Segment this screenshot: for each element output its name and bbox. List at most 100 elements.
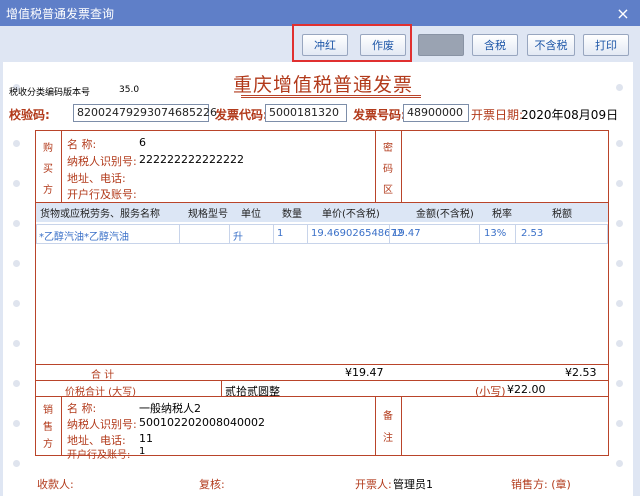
item-tax: 2.53 bbox=[521, 228, 544, 239]
invoice-number-field[interactable]: 48900000 bbox=[403, 104, 469, 122]
buyer-taxid-label: 纳税人识别号: bbox=[67, 155, 137, 168]
invoice-query-window: 增值税普通发票查询 × 冲红 作废 含税 不含税 打印 税收分类编码版本号 35… bbox=[0, 0, 640, 496]
issue-date-value: 2020年08月09日 bbox=[521, 108, 619, 122]
window-title: 增值税普通发票查询 bbox=[6, 6, 115, 21]
cipher-area-label: 密码区 bbox=[383, 143, 393, 196]
seller-bank-label: 开户行及账号: bbox=[67, 450, 131, 461]
seller-taxid-label: 纳税人识别号: bbox=[67, 418, 137, 431]
sum-label: 合 计 bbox=[91, 370, 115, 381]
seller-stamp-label: 销售方: (章) bbox=[511, 478, 571, 491]
table-row[interactable]: *乙醇汽油*乙醇汽油 升 1 19.469026548672 19.47 13%… bbox=[36, 224, 608, 244]
punch-hole bbox=[13, 340, 20, 347]
check-code-label: 校验码: bbox=[9, 108, 50, 122]
divider bbox=[479, 224, 480, 244]
remark-label: 备注 bbox=[383, 411, 393, 444]
item-rate: 13% bbox=[484, 228, 507, 239]
punch-hole bbox=[616, 340, 623, 347]
punch-hole bbox=[13, 380, 20, 387]
version-label: 税收分类编码版本号 bbox=[9, 88, 91, 98]
print-button[interactable]: 打印 bbox=[583, 34, 629, 56]
tax-included-button[interactable]: 含税 bbox=[472, 34, 518, 56]
payee-label: 收款人: bbox=[37, 478, 74, 491]
invoice-paper: 税收分类编码版本号 35.0 重庆增值税普通发票 校验码: 8200247929… bbox=[3, 62, 633, 496]
sum-amount: ¥19.47 bbox=[345, 366, 384, 379]
drawer-name: 管理员1 bbox=[393, 478, 433, 491]
divider bbox=[273, 224, 274, 244]
col-header-tax: 税额 bbox=[552, 209, 572, 220]
invoice-title: 重庆增值税普通发票 bbox=[233, 74, 414, 96]
divider bbox=[179, 224, 180, 244]
item-name: *乙醇汽油*乙醇汽油 bbox=[39, 232, 129, 243]
col-header-unit: 单位 bbox=[241, 209, 261, 220]
check-code-field[interactable]: 82002479293074685226 bbox=[73, 104, 217, 122]
title-bar: 增值税普通发票查询 × bbox=[0, 0, 640, 26]
col-header-rate: 税率 bbox=[492, 209, 512, 220]
items-header: 货物或应税劳务、服务名称 规格型号 单位 数量 单价(不含税) 金额(不含税) … bbox=[36, 203, 608, 222]
divider bbox=[307, 224, 308, 244]
buyer-name-label: 名 称: bbox=[67, 138, 97, 151]
punch-hole bbox=[616, 380, 623, 387]
divider bbox=[375, 130, 376, 202]
punch-hole bbox=[616, 220, 623, 227]
item-amount: 19.47 bbox=[392, 228, 421, 239]
divider bbox=[229, 224, 230, 244]
close-icon[interactable]: × bbox=[612, 2, 634, 24]
divider bbox=[221, 380, 222, 396]
seller-name-label: 名 称: bbox=[67, 402, 97, 415]
punch-hole bbox=[13, 460, 20, 467]
punch-hole bbox=[13, 140, 20, 147]
total-lower: ¥22.00 bbox=[507, 383, 546, 396]
divider bbox=[401, 130, 402, 202]
reviewer-label: 复核: bbox=[199, 478, 225, 491]
divider bbox=[61, 130, 62, 202]
buyer-side-label: 购买方 bbox=[43, 143, 53, 196]
buyer-bank-label: 开户行及账号: bbox=[67, 188, 137, 201]
punch-hole bbox=[616, 140, 623, 147]
item-qty: 1 bbox=[277, 228, 284, 239]
buyer-address-label: 地址、电话: bbox=[67, 172, 126, 185]
divider bbox=[389, 224, 390, 244]
col-header-spec: 规格型号 bbox=[188, 209, 228, 220]
col-header-amount: 金额(不含税) bbox=[416, 209, 474, 220]
divider bbox=[35, 380, 609, 381]
disabled-button[interactable] bbox=[418, 34, 464, 56]
punch-hole bbox=[13, 300, 20, 307]
seller-side-label: 销售方 bbox=[43, 405, 53, 450]
punch-hole bbox=[13, 220, 20, 227]
tax-excluded-button[interactable]: 不含税 bbox=[527, 34, 575, 56]
seller-address: 11 bbox=[139, 432, 153, 445]
buyer-taxid: 222222222222222 bbox=[139, 153, 244, 166]
seller-name: 一般纳税人2 bbox=[139, 402, 201, 415]
invoice-code-field[interactable]: 5000181320 bbox=[265, 104, 347, 122]
buyer-name: 6 bbox=[139, 136, 146, 149]
divider bbox=[35, 364, 609, 365]
punch-hole bbox=[616, 180, 623, 187]
punch-hole bbox=[616, 300, 623, 307]
col-header-price: 单价(不含税) bbox=[322, 209, 380, 220]
invoice-number-label: 发票号码: bbox=[353, 108, 406, 122]
seller-taxid: 500102202008040002 bbox=[139, 416, 265, 429]
punch-hole bbox=[616, 460, 623, 467]
divider bbox=[61, 396, 62, 456]
punch-hole bbox=[616, 420, 623, 427]
invoice-code-label: 发票代码: bbox=[215, 108, 268, 122]
highlight-box bbox=[292, 24, 412, 62]
punch-hole bbox=[13, 420, 20, 427]
seller-bank: 1 bbox=[139, 446, 146, 457]
divider bbox=[401, 396, 402, 456]
punch-hole bbox=[13, 260, 20, 267]
drawer-label: 开票人: bbox=[355, 478, 392, 491]
punch-hole bbox=[616, 84, 623, 91]
title-underline bbox=[241, 97, 421, 98]
title-underline bbox=[241, 95, 421, 96]
divider bbox=[515, 224, 516, 244]
col-header-qty: 数量 bbox=[282, 209, 302, 220]
punch-hole bbox=[616, 260, 623, 267]
issue-date-label: 开票日期: bbox=[471, 108, 524, 122]
col-header-name: 货物或应税劳务、服务名称 bbox=[40, 209, 160, 220]
divider bbox=[35, 396, 609, 397]
version-value: 35.0 bbox=[119, 85, 140, 95]
item-unit: 升 bbox=[233, 232, 243, 243]
punch-hole bbox=[13, 180, 20, 187]
divider bbox=[375, 396, 376, 456]
